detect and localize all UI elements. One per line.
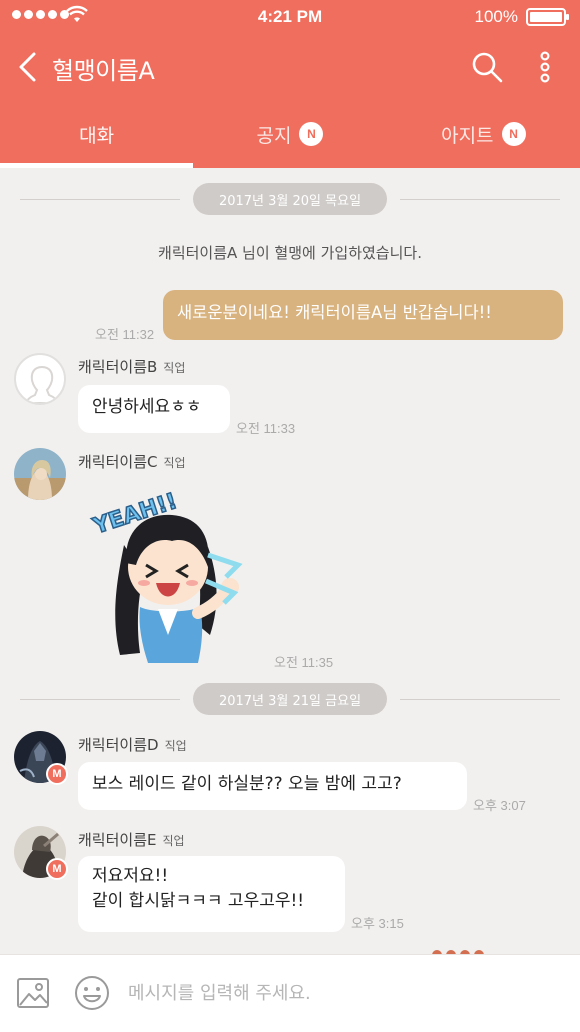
tab-hideout[interactable]: 아지트 N (387, 100, 580, 168)
avatar[interactable] (14, 353, 66, 405)
search-icon[interactable] (470, 50, 504, 84)
emoji-icon[interactable] (74, 975, 110, 1011)
tab-chat-label: 대화 (79, 124, 115, 147)
message-time: 오후 3:15 (351, 916, 404, 931)
my-message-bubble[interactable]: 새로운분이네요! 캐릭터이름A님 반갑습니다!! (163, 290, 563, 340)
character-portrait-icon (14, 448, 66, 500)
new-badge: N (299, 122, 324, 146)
new-badge: N (501, 122, 526, 146)
more-options-icon[interactable] (530, 50, 560, 84)
tab-chat[interactable]: 대화 (0, 100, 194, 168)
message-time: 오전 11:35 (274, 655, 334, 670)
avatar[interactable] (14, 448, 66, 500)
status-bar: 4:21 PM 100% (0, 0, 580, 34)
message-time: 오후 3:07 (473, 798, 526, 813)
message-line: 같이 합시닭ㅋㅋㅋ 고우고우!! (92, 890, 305, 911)
title-bar: 혈맹이름A (0, 34, 580, 100)
date-label: 2017년 3월 21일 금요일 (193, 683, 387, 715)
sender-name: 캐릭터이름D 직업 (78, 736, 187, 754)
date-divider: 2017년 3월 20일 목요일 (0, 183, 580, 217)
date-divider: 2017년 3월 21일 금요일 (0, 683, 580, 717)
tab-notice-label: 공지 (256, 124, 292, 147)
sender-name: 캐릭터이름B 직업 (78, 358, 186, 376)
system-message: 캐릭터이름A 님이 혈맹에 가입하였습니다. (158, 244, 422, 262)
message-bubble[interactable]: 보스 레이드 같이 하실분?? 오늘 밤에 고고? (78, 762, 467, 810)
sender-name: 캐릭터이름C 직업 (78, 453, 186, 471)
message-line: 저요저요!! (92, 866, 169, 886)
tab-bar: 대화 공지 N 아지트 N (0, 100, 580, 168)
master-badge: M (46, 858, 68, 880)
battery-percent: 100% (474, 7, 518, 26)
back-arrow-icon[interactable] (14, 50, 44, 84)
tab-notice[interactable]: 공지 N (193, 100, 386, 168)
date-label: 2017년 3월 20일 목요일 (193, 183, 387, 215)
battery-icon (526, 8, 569, 26)
message-bubble[interactable]: 저요저요!! 같이 합시닭ㅋㅋㅋ 고우고우!! (78, 856, 345, 932)
sender-name: 캐릭터이름E 직업 (78, 831, 185, 849)
app-header: 4:21 PM 100% 혈맹이름A 대화 공지 N 아지트 N (0, 0, 580, 168)
message-time: 오전 11:33 (236, 421, 296, 436)
message-bubble[interactable]: 안녕하세요ㅎㅎ (78, 385, 230, 433)
image-attach-icon[interactable] (16, 977, 50, 1009)
default-user-icon (24, 365, 60, 403)
message-time: 오전 11:32 (95, 327, 155, 342)
message-input[interactable] (128, 973, 558, 1013)
tab-hideout-label: 아지트 (441, 124, 494, 147)
page-title: 혈맹이름A (52, 57, 155, 85)
yeah-sticker-image[interactable]: YEAH!! (88, 485, 258, 670)
message-input-bar (0, 954, 580, 1032)
master-badge: M (46, 763, 68, 785)
